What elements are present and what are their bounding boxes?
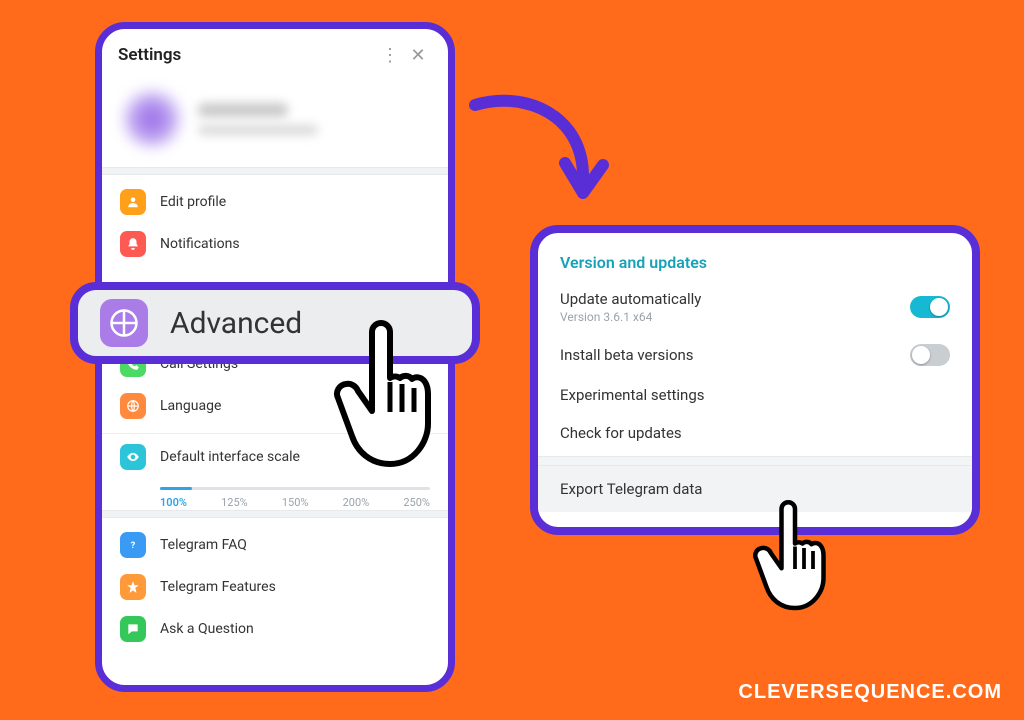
menu-group-account: Edit profile Notifications	[102, 175, 448, 271]
scale-tick: 100%	[160, 496, 187, 509]
version-panel: Version and updates Update automatically…	[530, 225, 980, 535]
menu-group-help: ? Telegram FAQ Telegram Features Ask a Q…	[102, 518, 448, 656]
close-icon[interactable]: ✕	[404, 41, 432, 69]
menu-label: Notifications	[160, 236, 240, 252]
experimental-label: Experimental settings	[560, 386, 705, 404]
row-auto-update[interactable]: Update automatically Version 3.6.1 x64	[538, 280, 972, 334]
scale-slider[interactable]: 100% 125% 150% 200% 250%	[160, 480, 430, 500]
divider	[102, 167, 448, 175]
menu-label: Edit profile	[160, 194, 226, 210]
row-beta[interactable]: Install beta versions	[538, 334, 972, 376]
beta-toggle[interactable]	[910, 344, 950, 366]
menu-label: Ask a Question	[160, 621, 254, 637]
menu-faq[interactable]: ? Telegram FAQ	[102, 524, 448, 566]
arrow-icon	[465, 85, 615, 229]
export-label: Export Telegram data	[560, 480, 702, 498]
beta-label: Install beta versions	[560, 346, 694, 364]
settings-title: Settings	[118, 45, 376, 65]
profile-name-blurred	[198, 103, 288, 117]
menu-label: Telegram FAQ	[160, 537, 247, 553]
pointer-hand-icon	[750, 500, 840, 620]
scale-tick: 200%	[343, 496, 370, 509]
menu-ask[interactable]: Ask a Question	[102, 608, 448, 650]
pointer-hand-icon	[330, 320, 450, 480]
menu-notifications[interactable]: Notifications	[102, 223, 448, 265]
auto-update-label: Update automatically	[560, 290, 701, 308]
menu-label: Telegram Features	[160, 579, 276, 595]
row-experimental[interactable]: Experimental settings	[538, 376, 972, 414]
settings-header: Settings ⋮ ✕	[102, 29, 448, 77]
scale-tick: 250%	[403, 496, 430, 509]
scale-tick: 150%	[282, 496, 309, 509]
version-heading: Version and updates	[538, 249, 972, 280]
avatar	[120, 87, 184, 151]
question-icon: ?	[120, 532, 146, 558]
kebab-menu-icon[interactable]: ⋮	[376, 41, 404, 69]
svg-text:?: ?	[131, 540, 136, 551]
divider	[538, 456, 972, 466]
menu-features[interactable]: Telegram Features	[102, 566, 448, 608]
row-check-updates[interactable]: Check for updates	[538, 414, 972, 452]
profile-text	[198, 103, 318, 135]
globe-icon	[120, 393, 146, 419]
version-string: Version 3.6.1 x64	[560, 310, 701, 324]
check-updates-label: Check for updates	[560, 424, 682, 442]
profile-block[interactable]	[102, 77, 448, 167]
advanced-icon	[100, 299, 148, 347]
scale-ticks: 100% 125% 150% 200% 250%	[160, 480, 430, 509]
menu-edit-profile[interactable]: Edit profile	[102, 181, 448, 223]
auto-update-toggle[interactable]	[910, 296, 950, 318]
divider	[102, 510, 448, 518]
eye-icon	[120, 444, 146, 470]
chat-icon	[120, 616, 146, 642]
menu-label: Language	[160, 398, 221, 414]
star-icon	[120, 574, 146, 600]
watermark: CLEVERSEQUENCE.COM	[738, 681, 1002, 704]
advanced-label: Advanced	[170, 306, 302, 341]
scale-label: Default interface scale	[160, 449, 300, 465]
person-icon	[120, 189, 146, 215]
bell-icon	[120, 231, 146, 257]
scale-tick: 125%	[221, 496, 248, 509]
profile-sub-blurred	[198, 125, 318, 135]
